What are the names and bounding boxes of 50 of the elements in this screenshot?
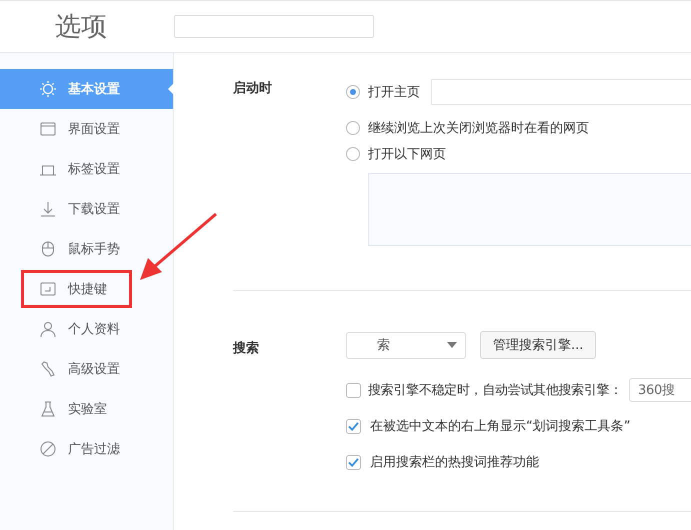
sidebar-item-label: 基本设置: [68, 81, 120, 98]
radio-label: 打开主页: [368, 84, 420, 101]
checkbox[interactable]: [346, 418, 361, 434]
sidebar-item[interactable]: 个人资料: [0, 309, 173, 349]
sidebar-item[interactable]: 界面设置: [0, 109, 173, 149]
sidebar-item[interactable]: 标签设置: [0, 149, 173, 189]
radio-label: 打开以下网页: [368, 146, 446, 163]
sidebar-item[interactable]: 高级设置: [0, 349, 173, 389]
wrench-icon: [40, 361, 56, 377]
flask-icon: [40, 401, 56, 417]
sidebar-item-label: 高级设置: [68, 361, 120, 378]
sidebar-item-label: 下载设置: [68, 201, 120, 218]
page-title: 选项: [54, 11, 108, 44]
download-icon: [40, 201, 56, 217]
checkbox[interactable]: [346, 382, 361, 398]
search-field[interactable]: [174, 15, 374, 38]
section-label: 搜索: [233, 340, 260, 357]
window-icon: [40, 121, 56, 137]
section-label: 启动时: [233, 80, 273, 98]
sidebar-item[interactable]: 快捷键: [0, 269, 173, 309]
sidebar-item-label: 实验室: [68, 401, 107, 418]
radio-button[interactable]: [346, 121, 360, 135]
sidebar-item-label: 界面设置: [68, 121, 120, 138]
sidebar-item-label: 广告过滤: [68, 441, 120, 458]
checkbox[interactable]: [346, 454, 361, 470]
caret-icon: [447, 342, 457, 348]
radio-button[interactable]: [346, 85, 360, 99]
radio-button[interactable]: [346, 147, 360, 161]
checkbox-label: 搜索引擎不稳定时，自动尝试其他搜索引擎：: [368, 382, 622, 399]
mouse-icon: [40, 241, 56, 257]
checkbox-label: 在被选中文本的右上角显示“划词搜索工具条”: [370, 418, 630, 435]
blocked-icon: [40, 441, 56, 457]
sidebar-item[interactable]: 下载设置: [0, 189, 173, 229]
keyboard-key-icon: [40, 281, 56, 297]
sidebar-item-label: 个人资料: [68, 321, 120, 338]
sidebar-item[interactable]: 实验室: [0, 389, 173, 429]
homepage-field[interactable]: [431, 79, 691, 105]
pages-list-field[interactable]: [368, 173, 691, 246]
radio-label: 继续浏览上次关闭浏览器时在看的网页: [368, 120, 589, 137]
sidebar-item-label: 快捷键: [68, 281, 107, 298]
search-engine-dropdown[interactable]: 索: [346, 332, 466, 358]
checkbox-label: 启用搜索栏的热搜词推荐功能: [370, 454, 539, 471]
sidebar-item[interactable]: 鼠标手势: [0, 229, 173, 269]
sidebar-item-label: 鼠标手势: [68, 241, 120, 258]
sun-icon: [40, 81, 56, 97]
sidebar-item[interactable]: 广告过滤: [0, 429, 173, 469]
manage-engines-button[interactable]: 管理搜索引擎...: [480, 331, 596, 359]
sidebar-item-label: 标签设置: [68, 161, 120, 178]
person-icon: [40, 321, 56, 337]
fallback-engine-dropdown[interactable]: 360搜: [629, 378, 691, 402]
